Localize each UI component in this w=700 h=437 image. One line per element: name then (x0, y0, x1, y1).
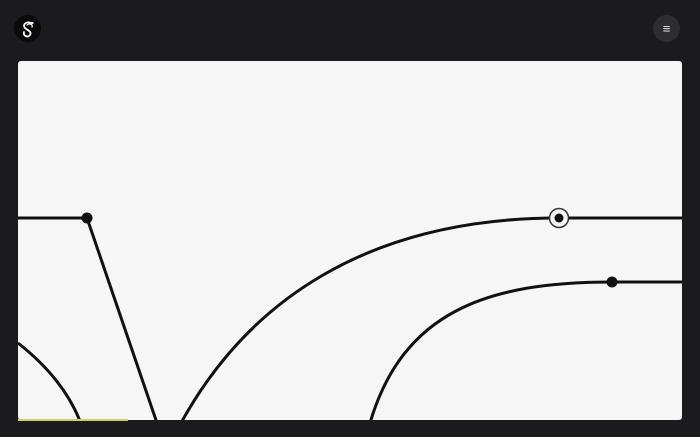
drawing-canvas[interactable] (18, 61, 682, 420)
curve-node (606, 276, 618, 288)
swirl-monogram-icon (22, 21, 34, 37)
curve-segment (369, 280, 682, 420)
logo[interactable] (14, 15, 41, 42)
curve-segment (180, 216, 682, 420)
hamburger-menu-icon: ≡ (662, 21, 671, 36)
menu-button[interactable]: ≡ (653, 15, 680, 42)
selected-node (554, 213, 564, 223)
progress-bar (18, 419, 129, 421)
curve-node (81, 212, 93, 224)
curve-segment (85, 217, 158, 420)
curve-drawing (18, 207, 682, 420)
curve-segment (18, 341, 82, 420)
bottom-strip (18, 420, 682, 437)
